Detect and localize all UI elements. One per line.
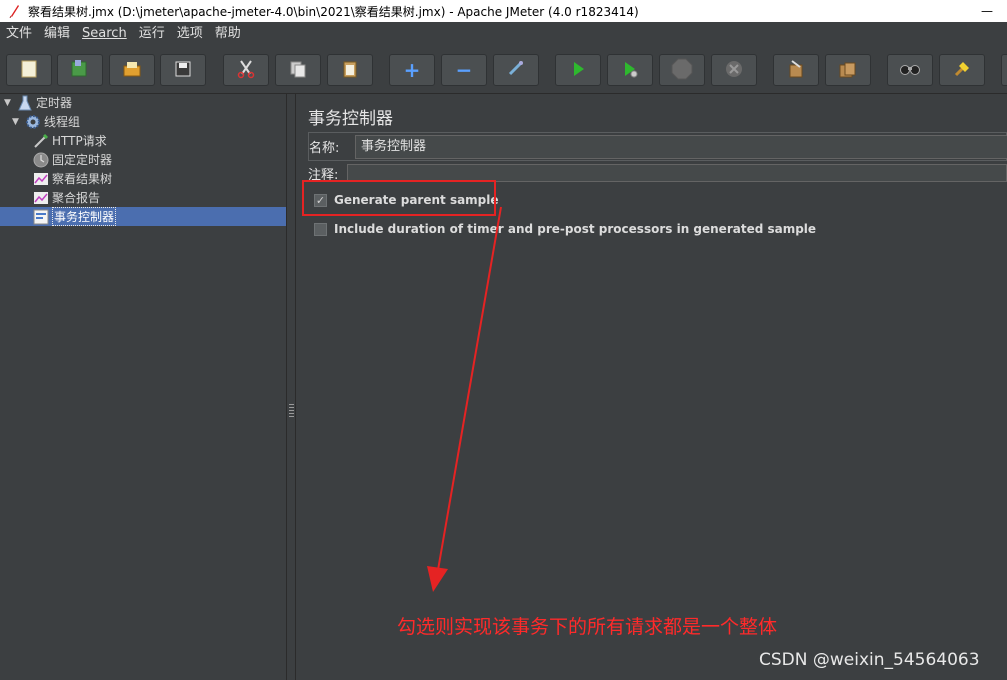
thread-group-icon — [25, 114, 41, 130]
tree-node-label: 线程组 — [44, 115, 81, 129]
menu-file[interactable]: 文件 — [0, 22, 38, 46]
tree-node-label: 察看结果树 — [52, 172, 113, 186]
reset-search-icon — [952, 59, 972, 82]
paste-icon — [340, 59, 360, 82]
tree-node-view-results-tree[interactable]: 察看结果树 — [33, 169, 112, 188]
expanded-arrow-icon[interactable]: ▼ — [4, 98, 14, 108]
tree-node-label: HTTP请求 — [52, 134, 107, 148]
save-icon — [173, 59, 193, 82]
tree-node-transaction-controller[interactable]: 事务控制器 — [0, 207, 286, 226]
name-label: 名称: — [309, 141, 340, 156]
panel-title: 事务控制器 — [308, 109, 393, 129]
tree-node-label: 定时器 — [36, 96, 73, 110]
menu-search[interactable]: Search — [76, 22, 133, 46]
start-icon — [568, 59, 588, 82]
clear-all-button[interactable] — [825, 54, 871, 86]
clear-all-icon — [837, 59, 859, 82]
stop-button[interactable] — [659, 54, 705, 86]
tree-node-thread-group[interactable]: ▼ 线程组 — [12, 112, 80, 131]
toolbar-overflow-button[interactable] — [1001, 54, 1007, 86]
cut-button[interactable] — [223, 54, 269, 86]
tree-node-label: 事务控制器 — [52, 207, 117, 226]
include-duration-checkbox[interactable] — [314, 222, 327, 236]
tree-node-label: 聚合报告 — [52, 191, 101, 205]
copy-icon — [288, 59, 308, 82]
clear-button[interactable] — [773, 54, 819, 86]
tree-node-http-request[interactable]: HTTP请求 — [33, 131, 107, 150]
watermark: CSDN @weixin_54564063 — [759, 650, 980, 670]
controller-icon — [33, 209, 49, 225]
annotation-highlight-box — [302, 180, 496, 216]
search-icon — [899, 61, 921, 80]
reset-search-button[interactable] — [939, 54, 985, 86]
collapse-icon: − — [455, 58, 473, 82]
expand-icon: + — [403, 58, 421, 82]
menu-bar: 文件 编辑 Search 运行 选项 帮助 — [0, 22, 1007, 46]
test-plan-icon — [17, 95, 33, 111]
shutdown-button[interactable] — [711, 54, 757, 86]
start-button[interactable] — [555, 54, 601, 86]
open-icon — [121, 59, 143, 82]
tree-node-label: 固定定时器 — [52, 153, 113, 167]
annotation-text: 勾选则实现该事务下的所有请求都是一个整体 — [397, 616, 778, 638]
menu-edit[interactable]: 编辑 — [38, 22, 76, 46]
shutdown-icon — [724, 59, 744, 82]
menu-options[interactable]: 选项 — [171, 22, 209, 46]
open-button[interactable] — [109, 54, 155, 86]
timer-icon — [33, 152, 49, 168]
templates-icon — [69, 59, 91, 82]
listener-icon — [33, 190, 49, 206]
stop-icon — [671, 58, 693, 83]
toggle-icon — [506, 59, 526, 82]
menu-help[interactable]: 帮助 — [209, 22, 247, 46]
expand-button[interactable]: + — [389, 54, 435, 86]
copy-button[interactable] — [275, 54, 321, 86]
listener-icon — [33, 171, 49, 187]
search-button[interactable] — [887, 54, 933, 86]
splitter-grip-icon[interactable] — [289, 404, 294, 418]
clear-icon — [786, 59, 806, 82]
tree-node-test-plan[interactable]: ▼ 定时器 — [4, 93, 72, 112]
templates-button[interactable] — [57, 54, 103, 86]
new-button[interactable] — [6, 54, 52, 86]
collapse-button[interactable]: − — [441, 54, 487, 86]
window-titlebar: 察看结果树.jmx (D:\jmeter\apache-jmeter-4.0\b… — [0, 0, 1007, 22]
minimize-button[interactable]: — — [967, 4, 1007, 18]
include-duration-label: Include duration of timer and pre-post p… — [334, 222, 817, 236]
start-no-pauses-button[interactable] — [607, 54, 653, 86]
tree-node-aggregate-report[interactable]: 聚合报告 — [33, 188, 100, 207]
expanded-arrow-icon[interactable]: ▼ — [12, 117, 22, 127]
window-title: 察看结果树.jmx (D:\jmeter\apache-jmeter-4.0\b… — [28, 4, 639, 19]
save-button[interactable] — [160, 54, 206, 86]
sampler-icon — [33, 133, 49, 149]
toolbar: + − — [0, 46, 1007, 94]
toggle-button[interactable] — [493, 54, 539, 86]
tree-node-constant-timer[interactable]: 固定定时器 — [33, 150, 112, 169]
name-input[interactable]: 事务控制器 — [355, 135, 1007, 159]
cut-icon — [236, 59, 256, 82]
panel-splitter[interactable] — [286, 94, 296, 680]
new-icon — [19, 59, 39, 82]
paste-button[interactable] — [327, 54, 373, 86]
start-no-pauses-icon — [620, 59, 640, 82]
name-row: 名称: 事务控制器 — [308, 132, 1007, 161]
include-duration-option[interactable]: Include duration of timer and pre-post p… — [314, 222, 816, 236]
menu-run[interactable]: 运行 — [133, 22, 171, 46]
jmeter-feather-icon — [6, 3, 22, 19]
